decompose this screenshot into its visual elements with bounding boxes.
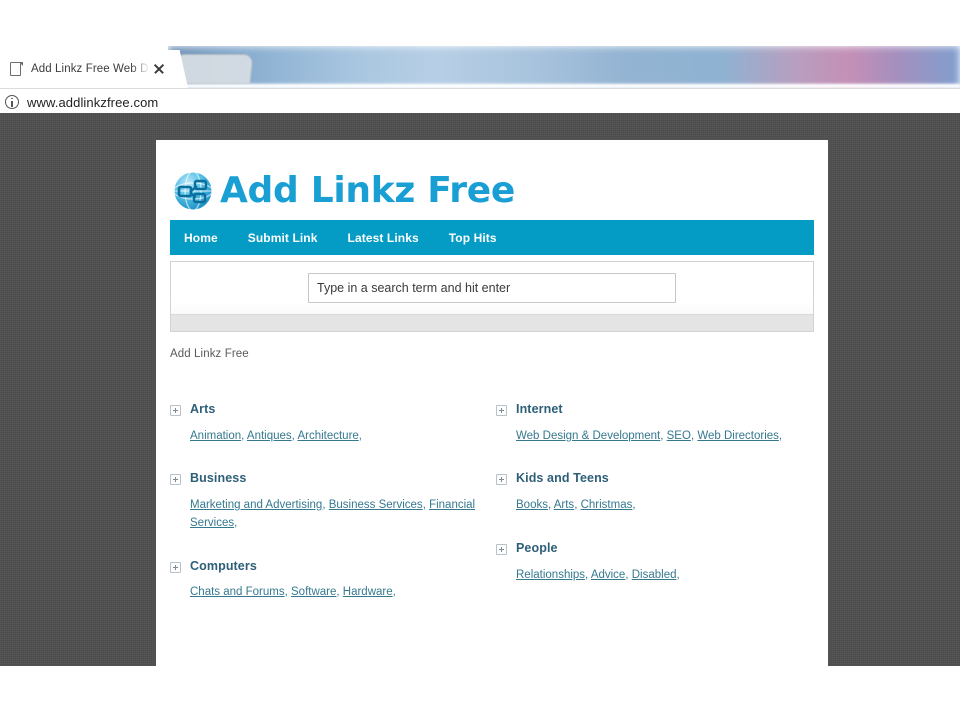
category-title[interactable]: Kids and Teens [516,471,609,487]
category-title[interactable]: Computers [190,559,257,575]
category-header: Computers [170,559,488,575]
search-input[interactable] [308,273,676,303]
category-links: Marketing and Advertising, Business Serv… [190,499,476,529]
info-icon[interactable] [5,95,19,109]
close-icon[interactable] [152,62,166,76]
category-title[interactable]: Internet [516,402,563,418]
category-links: Web Design & Development, SEO, Web Direc… [516,429,783,442]
category-internet: Internet Web Design & Development, SEO, … [496,402,814,445]
category-links: Relationships, Advice, Disabled, [516,568,680,581]
search-panel-footer [171,314,813,331]
category-link[interactable]: Hardware [343,586,393,598]
plus-box-icon[interactable] [496,474,507,486]
nav-item-latest-links[interactable]: Latest Links [348,231,419,245]
category-link[interactable]: Antiques [247,430,292,442]
site-logo[interactable]: Add Linkz Free [170,168,828,214]
category-links: Books, Arts, Christmas, [516,499,636,512]
category-link[interactable]: Arts [554,499,574,511]
category-column-left: Arts Animation, Antiques, Architecture, … [170,402,488,628]
site-header: Add Linkz Free [156,140,828,212]
category-link[interactable]: Architecture [297,430,358,442]
website-container: Add Linkz Free Home Submit Link Latest L… [156,140,828,666]
category-link[interactable]: Advice [591,569,626,581]
category-link[interactable]: Disabled [632,569,677,581]
category-link[interactable]: Software [291,586,336,598]
browser-tab-title: Add Linkz Free Web Dire [31,63,150,75]
plus-box-icon[interactable] [170,474,181,486]
plus-box-icon[interactable] [170,405,181,416]
category-link[interactable]: Animation [190,430,241,442]
category-grid: Arts Animation, Antiques, Architecture, … [156,402,828,658]
page-viewport: Add Linkz Free Home Submit Link Latest L… [0,113,960,666]
browser-chrome: Add Linkz Free Web Dire www.addlinkzfree… [0,46,960,116]
category-kids-and-teens: Kids and Teens Books, Arts, Christmas, [496,471,814,514]
nav-item-top-hits[interactable]: Top Hits [449,231,497,245]
category-link[interactable]: Relationships [516,569,585,581]
category-link[interactable]: SEO [667,430,691,442]
category-business: Business Marketing and Advertising, Busi… [170,471,488,532]
globe-link-icon [170,168,216,214]
plus-box-icon[interactable] [496,543,507,555]
plus-box-icon[interactable] [170,561,181,573]
breadcrumb: Add Linkz Free [170,348,249,360]
category-header: Business [170,471,488,487]
category-link[interactable]: Christmas [581,499,633,511]
category-links: Chats and Forums, Software, Hardware, [190,586,396,599]
url-text: www.addlinkzfree.com [27,94,159,110]
category-people: People Relationships, Advice, Disabled, [496,541,814,584]
page-icon [10,61,23,77]
category-title[interactable]: Business [190,471,246,487]
category-title[interactable]: People [516,541,558,557]
nav-item-home[interactable]: Home [184,231,218,245]
category-header: Arts [170,402,488,418]
category-computers: Computers Chats and Forums, Software, Ha… [170,559,488,602]
category-header: People [496,541,814,557]
nav-item-submit-link[interactable]: Submit Link [248,231,318,245]
search-panel [170,261,814,332]
screen: Add Linkz Free Web Dire www.addlinkzfree… [0,0,960,720]
category-header: Kids and Teens [496,471,814,487]
category-link[interactable]: Chats and Forums [190,586,285,598]
main-navigation: Home Submit Link Latest Links Top Hits [170,220,814,255]
browser-tabstrip: Add Linkz Free Web Dire [0,46,960,88]
site-logo-text: Add Linkz Free [220,170,515,211]
category-link[interactable]: Business Services [329,499,423,511]
category-links: Animation, Antiques, Architecture, [190,429,362,442]
plus-box-icon[interactable] [496,405,507,416]
browser-tab[interactable]: Add Linkz Free Web Dire [0,50,172,88]
category-link[interactable]: Web Directories [697,430,779,442]
search-panel-body [171,262,813,314]
category-link[interactable]: Marketing and Advertising [190,499,322,511]
category-link[interactable]: Web Design & Development [516,430,660,442]
category-title[interactable]: Arts [190,402,215,418]
category-column-right: Internet Web Design & Development, SEO, … [496,402,814,628]
category-arts: Arts Animation, Antiques, Architecture, [170,402,488,445]
browser-urlbar[interactable]: www.addlinkzfree.com [0,88,960,116]
category-header: Internet [496,402,814,418]
category-link[interactable]: Books [516,499,548,511]
